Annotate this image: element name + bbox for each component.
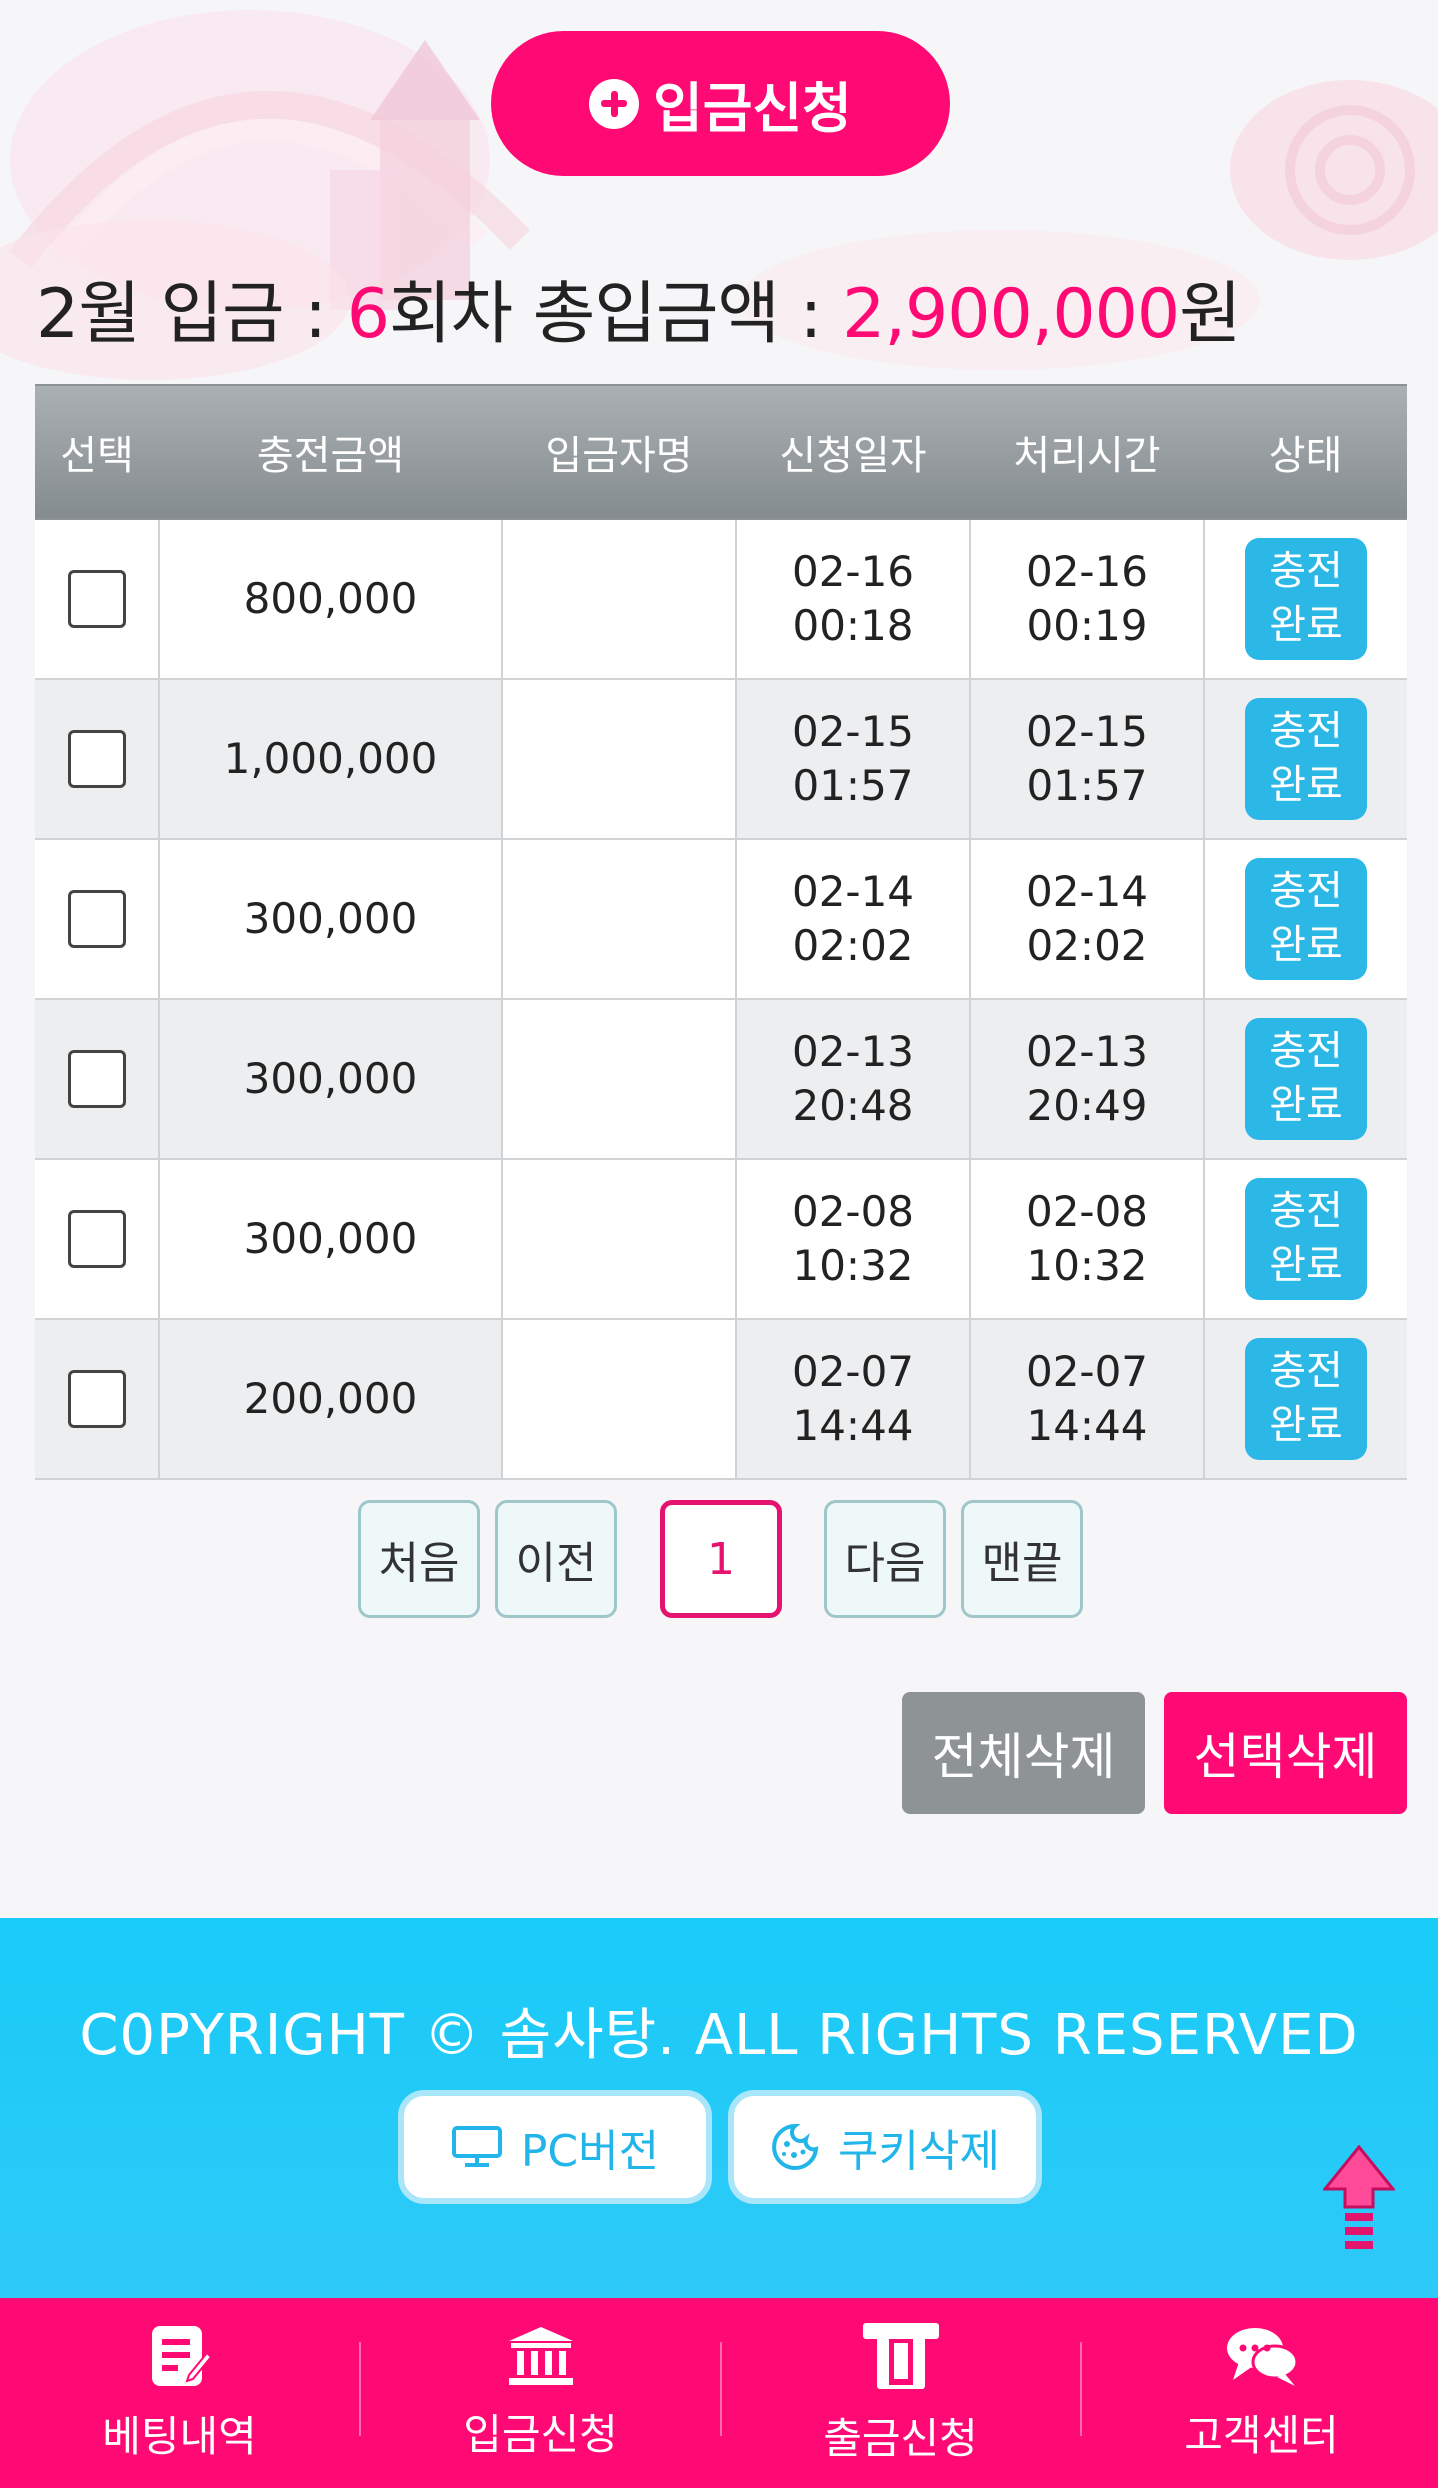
plus-icon [589,78,640,129]
summary-middle: 회차 총입금액 : [388,275,843,354]
nav-customer-center[interactable]: 고객센터 [1082,2298,1438,2488]
header-select: 선택 [35,384,159,520]
depositor-name-cell [502,999,737,1160]
amount-cell: 200,000 [159,1319,503,1480]
deposit-history-table: 선택 충전금액 입금자명 신청일자 처리시간 상태 800,000 02-16 0… [35,384,1407,1480]
delete-all-button[interactable]: 전체삭제 [902,1692,1145,1814]
monitor-icon [451,2126,502,2167]
deposit-summary: 2월 입금 : 6회차 총입금액 : 2,900,000원 [36,258,1242,357]
amount-cell: 300,000 [159,999,503,1160]
footer: C0PYRIGHT © 솜사탕. ALL RIGHTS RESERVED PC버… [0,1918,1438,2298]
scroll-to-top-arrow-icon[interactable] [1323,2145,1395,2260]
amount-cell: 1,000,000 [159,679,503,840]
atm-icon [862,2322,939,2389]
amount-cell: 300,000 [159,1159,503,1320]
table-header-row: 선택 충전금액 입금자명 신청일자 처리시간 상태 [35,384,1407,520]
cookie-delete-label: 쿠키삭제 [838,2126,1000,2177]
request-date-cell: 02-14 02:02 [736,839,971,1000]
pc-version-label: PC버전 [520,2126,660,2177]
row-checkbox[interactable] [67,1210,126,1269]
row-checkbox[interactable] [67,890,126,949]
row-checkbox[interactable] [67,730,126,789]
nav-deposit-label: 입금신청 [463,2409,618,2459]
request-date-cell: 02-08 10:32 [736,1159,971,1320]
cookie-icon [772,2123,819,2170]
nav-betting-history[interactable]: 베팅내역 [0,2298,359,2488]
depositor-name-cell [502,679,737,840]
copyright-text: C0PYRIGHT © 솜사탕. ALL RIGHTS RESERVED [79,2003,1359,2068]
depositor-name-cell [502,839,737,1000]
page-next-button[interactable]: 다음 [824,1500,946,1618]
chat-bubbles-icon [1226,2327,1298,2386]
status-badge: 충전 완료 [1245,698,1367,820]
nav-withdraw[interactable]: 출금신청 [721,2298,1080,2488]
bottom-navigation: 베팅내역 입금신청 출금신청 고객센터 [0,2298,1438,2488]
table-row: 300,000 02-08 10:32 02-08 10:32 충전 완료 [35,1159,1407,1320]
amount-cell: 300,000 [159,839,503,1000]
deposit-request-label: 입금신청 [653,79,852,139]
deposit-request-button[interactable]: 입금신청 [491,31,950,176]
deposit-total: 2,900,000 [842,275,1180,354]
row-checkbox[interactable] [67,570,126,629]
process-time-cell: 02-13 20:49 [970,999,1205,1160]
bank-icon [508,2326,573,2385]
nav-customer-label: 고객센터 [1184,2410,1339,2460]
page-first-button[interactable]: 처음 [358,1500,480,1618]
process-time-cell: 02-15 01:57 [970,679,1205,840]
status-badge: 충전 완료 [1245,1178,1367,1300]
status-badge: 충전 완료 [1245,1338,1367,1460]
process-time-cell: 02-08 10:32 [970,1159,1205,1320]
row-checkbox[interactable] [67,1370,126,1429]
page-current-button[interactable]: 1 [660,1500,782,1618]
status-badge: 충전 완료 [1245,1018,1367,1140]
request-date-cell: 02-15 01:57 [736,679,971,840]
header-process-time: 처리시간 [970,384,1204,520]
delete-selected-button[interactable]: 선택삭제 [1164,1692,1407,1814]
cookie-delete-button[interactable]: 쿠키삭제 [728,2090,1042,2204]
status-badge: 충전 완료 [1245,538,1367,660]
table-row: 300,000 02-13 20:48 02-13 20:49 충전 완료 [35,999,1407,1160]
page-prev-button[interactable]: 이전 [495,1500,617,1618]
depositor-name-cell [502,1159,737,1320]
depositor-name-cell [502,519,737,680]
table-row: 300,000 02-14 02:02 02-14 02:02 충전 완료 [35,839,1407,1000]
depositor-name-cell [502,1319,737,1480]
request-date-cell: 02-07 14:44 [736,1319,971,1480]
summary-suffix: 원 [1179,275,1242,354]
nav-withdraw-label: 출금신청 [823,2413,978,2463]
amount-cell: 800,000 [159,519,503,680]
nav-deposit[interactable]: 입금신청 [361,2298,720,2488]
header-depositor: 입금자명 [502,384,736,520]
table-row: 200,000 02-07 14:44 02-07 14:44 충전 완료 [35,1319,1407,1480]
document-edit-icon [151,2325,211,2386]
table-row: 1,000,000 02-15 01:57 02-15 01:57 충전 완료 [35,679,1407,840]
request-date-cell: 02-13 20:48 [736,999,971,1160]
header-amount: 충전금액 [159,384,502,520]
row-checkbox[interactable] [67,1050,126,1109]
table-row: 800,000 02-16 00:18 02-16 00:19 충전 완료 [35,519,1407,680]
deposit-count: 6 [346,275,390,354]
process-time-cell: 02-16 00:19 [970,519,1205,680]
header-status: 상태 [1204,384,1407,520]
pc-version-button[interactable]: PC버전 [398,2090,712,2204]
request-date-cell: 02-16 00:18 [736,519,971,680]
header-request-date: 신청일자 [736,384,970,520]
summary-prefix: 2월 입금 : [36,275,347,354]
nav-betting-label: 베팅내역 [102,2411,257,2461]
page-last-button[interactable]: 맨끝 [961,1500,1083,1618]
process-time-cell: 02-14 02:02 [970,839,1205,1000]
pagination: 처음 이전 1 다음 맨끝 [0,1500,1438,1620]
status-badge: 충전 완료 [1245,858,1367,980]
process-time-cell: 02-07 14:44 [970,1319,1205,1480]
